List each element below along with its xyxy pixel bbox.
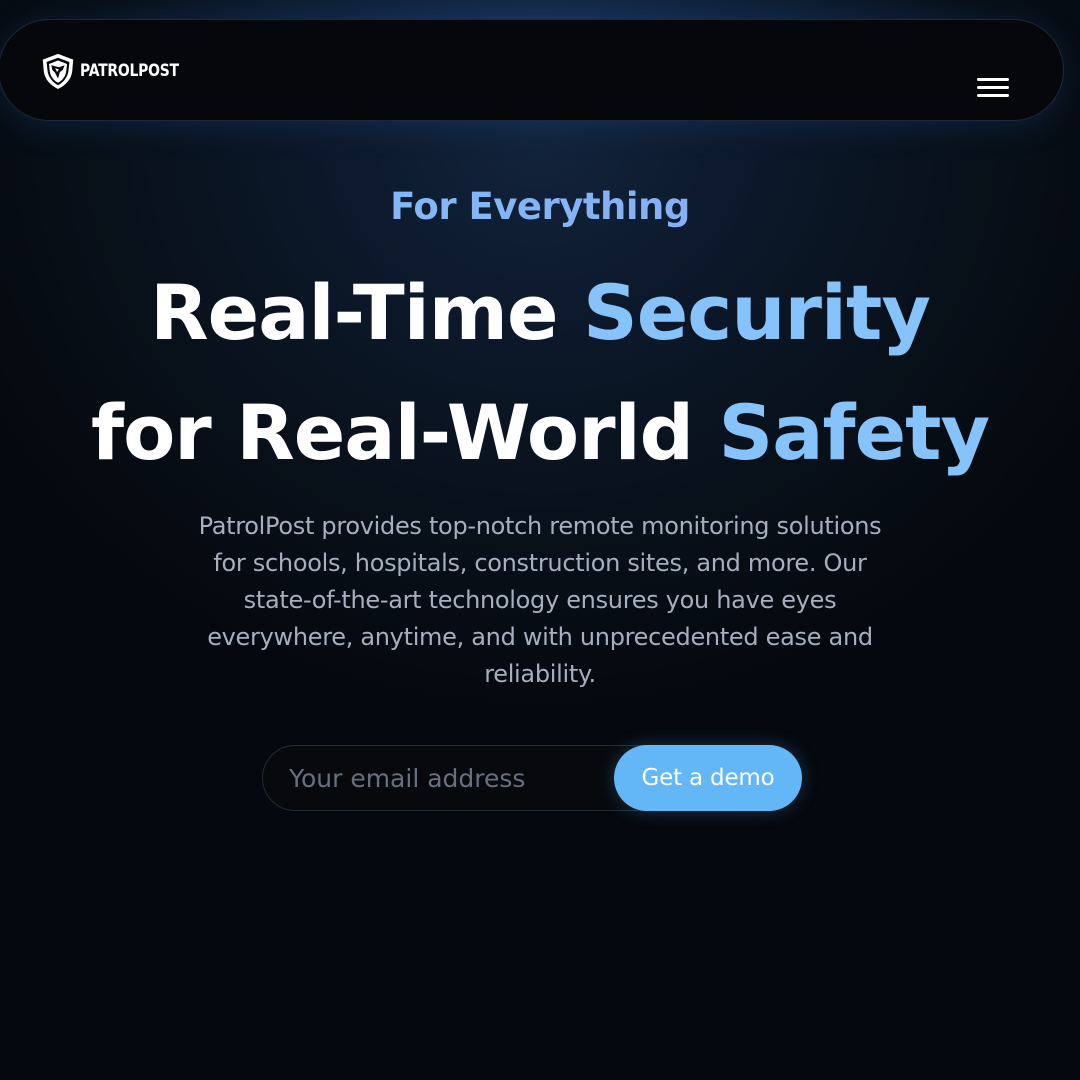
headline-text: Real-Time [150,268,584,357]
hamburger-menu-icon [977,78,1009,97]
description-line: for schools, hospitals, construction sit… [213,549,867,577]
headline-text: for Real-World [91,388,719,477]
brand-name: PATROLPOST [80,61,179,81]
brand-link[interactable]: PATROLPOST [39,52,200,90]
headline-accent-safety: Safety [718,388,990,477]
landing-page: PATROLPOST For Everything Real-Time Secu… [0,0,1080,1080]
hero-headline-line-2: for Real-World Safety [0,388,1080,478]
get-demo-button[interactable]: Get a demo [614,745,802,811]
hero-headline-line-1: Real-Time Security [0,268,1080,358]
description-line: PatrolPost provides top-notch remote mon… [198,512,882,540]
description-line: reliability. [484,660,596,688]
demo-request-form: Get a demo [262,745,802,811]
hero-eyebrow: For Everything [0,184,1080,230]
navbar: PATROLPOST [0,19,1064,121]
hamburger-menu-button[interactable] [977,78,1009,102]
shield-logo-icon [42,53,74,90]
hero-description: PatrolPost provides top-notch remote mon… [140,508,940,693]
description-line: everywhere, anytime, and with unpreceden… [207,623,873,651]
headline-accent-security: Security [583,268,931,357]
description-line: state-of-the-art technology ensures you … [243,586,837,614]
